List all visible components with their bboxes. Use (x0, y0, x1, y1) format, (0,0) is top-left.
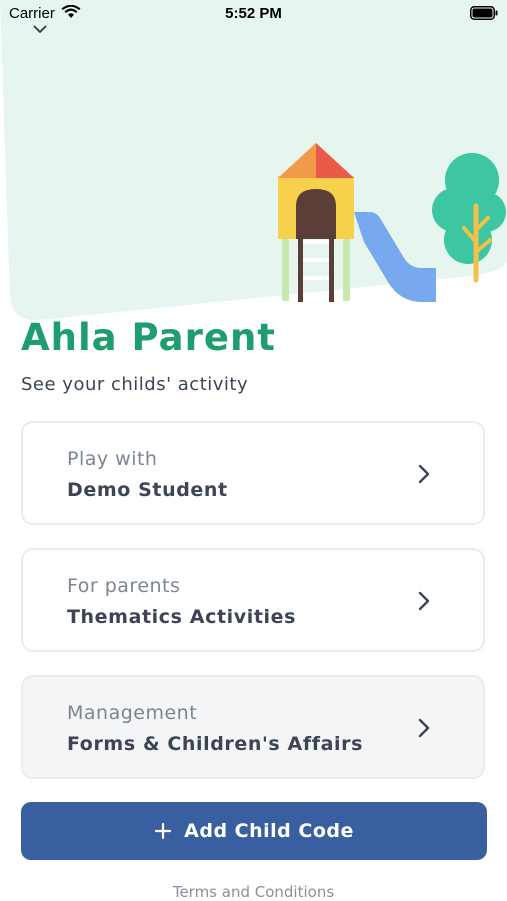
battery-icon (470, 6, 498, 20)
chevron-right-icon (418, 591, 430, 611)
card-play-with[interactable]: Play with Demo Student (21, 421, 485, 525)
add-child-code-button[interactable]: Add Child Code (21, 802, 487, 860)
app-title: Ahla Parent (21, 316, 276, 359)
card-caption: For parents (67, 575, 181, 597)
card-title: Demo Student (67, 479, 228, 501)
tree-illustration (432, 153, 506, 283)
page-subtitle: See your childs' activity (21, 374, 249, 395)
terms-and-conditions-link[interactable]: Terms and Conditions (0, 883, 507, 901)
status-time: 5:52 PM (225, 5, 282, 22)
card-for-parents[interactable]: For parents Thematics Activities (21, 548, 485, 652)
chevron-right-icon (418, 464, 430, 484)
chevron-right-icon (418, 718, 430, 738)
card-title: Forms & Children's Affairs (67, 733, 364, 755)
status-bar: Carrier 5:52 PM (0, 0, 507, 30)
card-management[interactable]: Management Forms & Children's Affairs (21, 675, 485, 779)
playground-illustration (278, 143, 506, 302)
plus-icon (155, 822, 172, 840)
card-title: Thematics Activities (67, 606, 297, 628)
add-child-code-label: Add Child Code (184, 820, 354, 842)
card-caption: Management (67, 702, 198, 724)
card-caption: Play with (67, 448, 158, 470)
chevron-down-icon[interactable] (33, 25, 47, 34)
